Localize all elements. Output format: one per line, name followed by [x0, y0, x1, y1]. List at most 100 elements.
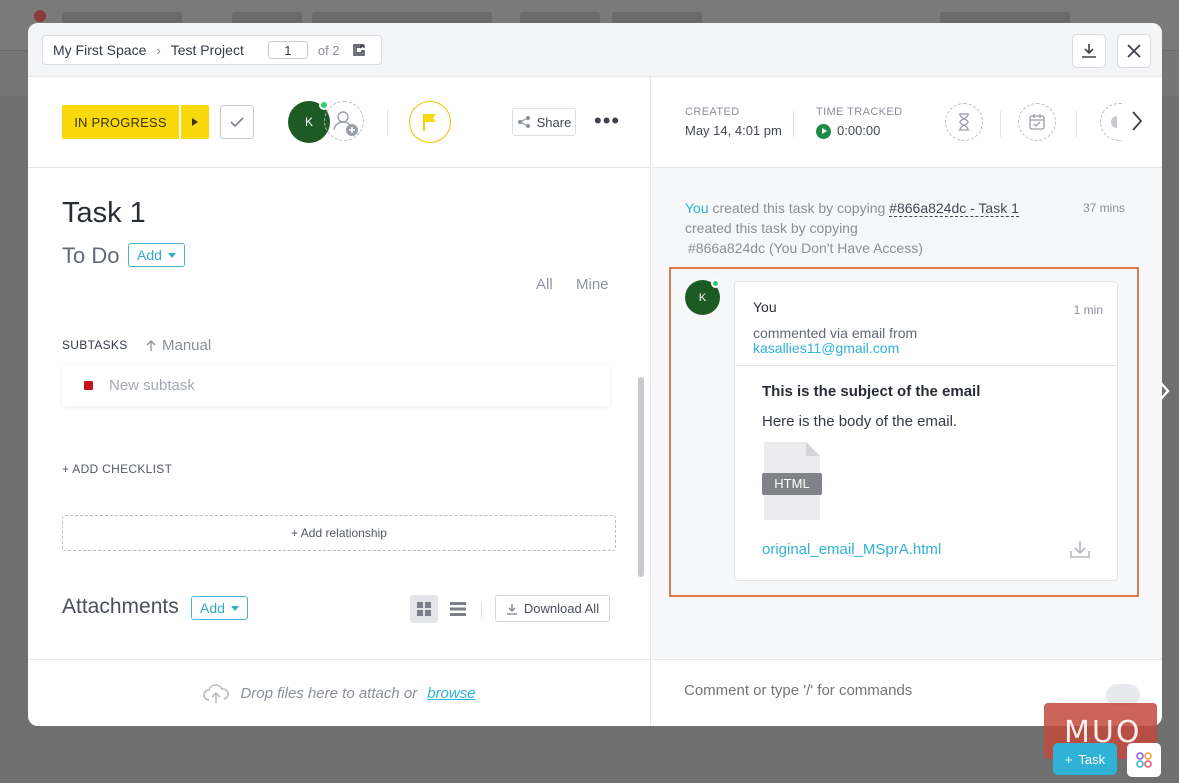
divider — [1000, 111, 1001, 137]
task-title[interactable]: Task 1 — [62, 197, 146, 230]
play-icon[interactable] — [816, 124, 831, 140]
drop-zone[interactable]: Drop files here to attach or browse — [28, 659, 651, 726]
hourglass-icon — [959, 113, 969, 131]
attachment-download-button[interactable] — [1069, 539, 1091, 564]
new-task-button[interactable]: + Task — [1053, 743, 1117, 775]
status-square-icon — [84, 380, 93, 390]
close-button[interactable] — [1117, 34, 1151, 68]
share-button[interactable]: Share — [512, 108, 576, 136]
play-arrow-icon — [192, 118, 198, 126]
open-in-new-icon[interactable] — [352, 43, 366, 57]
email-comment-card: You 1 min commented via email from kasal… — [734, 281, 1118, 581]
list-icon — [450, 602, 466, 616]
time-tracked-label: TIME TRACKED — [816, 106, 903, 118]
status-button[interactable]: IN PROGRESS — [62, 105, 179, 139]
comment-email-link[interactable]: kasallies11@gmail.com — [753, 340, 899, 356]
arrow-up-icon — [146, 339, 156, 351]
apps-icon — [1136, 752, 1152, 768]
html-file-icon[interactable]: HTML — [762, 442, 822, 522]
priority-flag-button[interactable] — [409, 101, 451, 143]
sort-manual-button[interactable]: Manual — [146, 337, 211, 354]
new-task-label: Task — [1078, 751, 1106, 767]
divider — [793, 111, 794, 137]
activity-text-3: #866a824dc (You Don't Have Access) — [688, 240, 923, 256]
activity-text: created this task by copying — [712, 200, 886, 216]
activity-time: 37 mins — [1082, 201, 1125, 215]
divider — [387, 109, 388, 135]
new-subtask-row[interactable]: New subtask — [62, 364, 610, 406]
download-task-button[interactable] — [1072, 34, 1106, 68]
grid-icon — [417, 602, 431, 616]
caret-down-icon — [230, 605, 239, 611]
more-options-icon[interactable]: ••• — [594, 110, 620, 132]
comment-input[interactable] — [684, 682, 1084, 699]
task-meta-bar: CREATED May 14, 4:01 pm TIME TRACKED 0:0… — [652, 77, 1162, 168]
created-label: CREATED — [685, 106, 740, 118]
cloud-upload-icon — [203, 684, 230, 703]
comment-time: 1 min — [1073, 303, 1103, 317]
add-checklist-button[interactable]: + ADD CHECKLIST — [62, 462, 172, 476]
browse-link[interactable]: browse — [427, 685, 475, 702]
email-body: Here is the body of the email. — [762, 413, 958, 430]
avatar-initial: K — [304, 115, 313, 129]
chevron-right-icon: › — [156, 42, 161, 58]
time-tracked-value: 0:00:00 — [837, 123, 881, 138]
next-status-button[interactable] — [181, 105, 209, 139]
list-view-button[interactable] — [444, 595, 472, 623]
flag-icon — [423, 114, 436, 131]
drop-zone-text: Drop files here to attach or — [240, 684, 418, 702]
notification-badge — [34, 10, 46, 22]
sort-label: Manual — [162, 337, 212, 354]
filter-mine[interactable]: Mine — [576, 276, 609, 293]
add-assignee-button[interactable] — [324, 101, 364, 141]
time-tracked-control[interactable]: 0:00:00 — [816, 123, 881, 140]
activity-actor[interactable]: You — [685, 200, 709, 216]
new-subtask-input[interactable]: New subtask — [109, 377, 195, 394]
task-toolbar: IN PROGRESS K Share ••• — [28, 77, 651, 168]
settings-icon — [1110, 116, 1117, 128]
download-all-label: Download All — [523, 601, 600, 616]
add-todo-button[interactable]: Add — [128, 243, 185, 267]
add-attachment-button[interactable]: Add — [191, 596, 248, 620]
scroll-meta-right-button[interactable] — [1130, 109, 1144, 138]
file-type-label: HTML — [774, 476, 810, 491]
breadcrumb-project[interactable]: Test Project — [171, 42, 244, 58]
share-label: Share — [536, 114, 572, 130]
caret-down-icon — [167, 252, 176, 258]
comment-via: commented via email from — [753, 325, 918, 341]
activity-panel: CREATED May 14, 4:01 pm TIME TRACKED 0:0… — [652, 77, 1162, 659]
calendar-icon — [1029, 114, 1045, 130]
email-subject: This is the subject of the email — [762, 383, 981, 400]
divider — [481, 601, 482, 619]
breadcrumb-space[interactable]: My First Space — [53, 42, 146, 58]
apps-button[interactable] — [1127, 743, 1161, 777]
mark-complete-button[interactable] — [220, 105, 254, 139]
filter-all[interactable]: All — [536, 276, 553, 293]
download-all-button[interactable]: Download All — [495, 595, 610, 622]
comment-header: You 1 min commented via email from kasal… — [735, 282, 1117, 366]
add-label: Add — [200, 600, 225, 616]
time-estimate-button[interactable] — [945, 103, 983, 141]
avatar-initial: K — [698, 291, 707, 304]
user-add-icon — [333, 111, 358, 136]
activity-task-link[interactable]: #866a824dc - Task 1 — [889, 200, 1019, 217]
page-number-input[interactable] — [267, 41, 308, 59]
due-date-button[interactable] — [1018, 103, 1056, 141]
status-group-label: To Do — [62, 243, 120, 268]
attachments-title: Attachments — [62, 595, 179, 618]
created-value: May 14, 4:01 pm — [685, 123, 782, 138]
online-status-dot — [711, 279, 720, 288]
plus-icon: + — [1064, 751, 1073, 767]
task-modal: My First Space › Test Project of 2 IN PR… — [28, 23, 1162, 726]
more-meta-button[interactable] — [1100, 103, 1122, 141]
activity-text-2: created this task by copying — [685, 220, 858, 236]
divider — [1076, 111, 1077, 137]
grid-view-button[interactable] — [410, 595, 438, 623]
scrollbar[interactable] — [638, 377, 644, 577]
download-icon — [1082, 44, 1096, 58]
add-relationship-button[interactable]: + Add relationship — [62, 515, 616, 551]
attachment-file-link[interactable]: original_email_MSprA.html — [762, 541, 941, 558]
chevron-right-icon — [1159, 381, 1170, 401]
download-icon — [1070, 541, 1090, 558]
next-task-arrow[interactable] — [1158, 380, 1170, 407]
